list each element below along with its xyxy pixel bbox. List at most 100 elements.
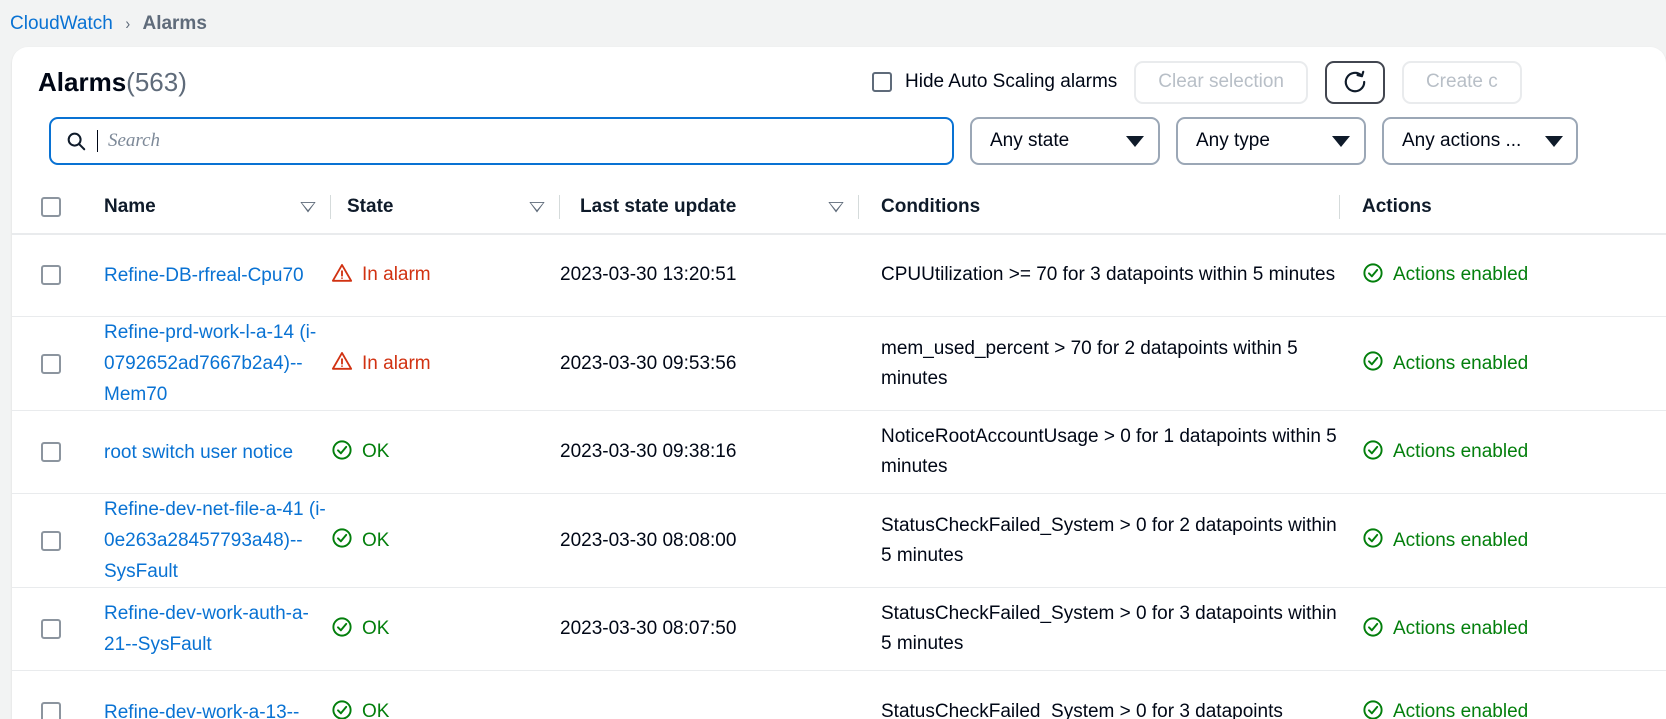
check-circle-icon <box>331 439 353 466</box>
table-row[interactable]: Refine-dev-work-a-13-- OK StatusCheckFaile… <box>12 671 1666 719</box>
sort-icon[interactable] <box>828 202 844 213</box>
sort-icon[interactable] <box>529 202 545 213</box>
alarms-panel: Alarms(563) Hide Auto Scaling alarms Cle… <box>12 47 1666 719</box>
actions-status-label: Actions enabled <box>1393 618 1529 639</box>
actions-filter-label: Any actions ... <box>1402 130 1522 151</box>
check-circle-icon <box>1362 527 1384 554</box>
check-circle-icon <box>1362 439 1384 466</box>
filter-bar: Search Any state Any type Any actions ..… <box>12 117 1666 181</box>
row-checkbox[interactable] <box>41 619 61 639</box>
create-alarm-button[interactable]: Create c <box>1401 60 1522 104</box>
alarm-name-link[interactable]: Refine-prd-work-l-a-14 (i-0792652ad7667b… <box>104 317 330 410</box>
type-filter-dropdown[interactable]: Any type <box>1176 117 1366 165</box>
actions-cell: Actions enabled <box>1340 588 1666 670</box>
conditions-cell: StatusCheckFailed_System > 0 for 3 datap… <box>859 588 1339 670</box>
row-select-cell <box>12 671 90 719</box>
actions-cell: Actions enabled <box>1340 411 1666 493</box>
table-row[interactable]: root switch user notice OK 2023-03-30 09:3… <box>12 411 1666 494</box>
alarm-name-link[interactable]: Refine-dev-work-auth-a-21--SysFault <box>104 598 330 660</box>
table-row[interactable]: Refine-dev-net-file-a-41 (i-0e263a284577… <box>12 494 1666 588</box>
actions-cell: Actions enabled <box>1340 317 1666 410</box>
column-header-conditions-label: Conditions <box>881 196 981 217</box>
alarm-name-cell: Refine-DB-rfreal-Cpu70 <box>90 234 330 316</box>
table-row[interactable]: Refine-prd-work-l-a-14 (i-0792652ad7667b… <box>12 317 1666 411</box>
last-state-update-value: 2023-03-30 08:08:00 <box>560 529 737 551</box>
alarm-state-cell: OK <box>331 588 559 670</box>
column-header-last-state-update[interactable]: Last state update <box>560 196 858 218</box>
actions-cell: Actions enabled <box>1340 494 1666 587</box>
table-body: Refine-DB-rfreal-Cpu70 In alarm 2023-03-30… <box>12 234 1666 719</box>
breadcrumb-link-cloudwatch[interactable]: CloudWatch <box>10 13 113 35</box>
actions-status-label: Actions enabled <box>1393 352 1529 374</box>
alarm-state-cell: OK <box>331 671 559 719</box>
check-circle-icon <box>331 699 353 719</box>
alarm-state-label: OK <box>362 701 390 719</box>
actions-cell: Actions enabled <box>1340 671 1666 719</box>
breadcrumb: CloudWatch › Alarms <box>0 0 1666 47</box>
alarm-count: (563) <box>126 66 187 97</box>
row-checkbox[interactable] <box>41 442 61 462</box>
page-title: Alarms(563) <box>38 67 187 98</box>
search-placeholder: Search <box>108 130 161 151</box>
chevron-down-icon <box>1126 135 1144 147</box>
column-header-state[interactable]: State <box>331 196 559 218</box>
conditions-value: mem_used_percent > 70 for 2 datapoints w… <box>881 337 1298 389</box>
table-row[interactable]: Refine-DB-rfreal-Cpu70 In alarm 2023-03-30… <box>12 234 1666 317</box>
row-checkbox[interactable] <box>41 702 61 719</box>
column-header-name[interactable]: Name <box>90 196 330 218</box>
refresh-button[interactable] <box>1324 60 1385 104</box>
last-state-update-cell: 2023-03-30 09:38:16 <box>560 411 858 493</box>
alarm-state-label: OK <box>362 529 390 551</box>
row-select-cell <box>12 494 90 587</box>
last-state-update-cell <box>560 671 858 719</box>
alarm-name-cell: Refine-dev-work-a-13-- <box>90 671 330 719</box>
alarm-name-cell: Refine-prd-work-l-a-14 (i-0792652ad7667b… <box>90 317 330 410</box>
alarm-name-link[interactable]: root switch user notice <box>104 437 293 468</box>
last-state-update-cell: 2023-03-30 08:08:00 <box>560 494 858 587</box>
row-checkbox[interactable] <box>41 353 61 374</box>
conditions-value: NoticeRootAccountUsage > 0 for 1 datapoi… <box>881 426 1337 477</box>
panel-header: Alarms(563) Hide Auto Scaling alarms Cle… <box>12 47 1666 117</box>
table-header-row: Name State Last state update Conditions … <box>12 181 1666 234</box>
row-select-cell <box>12 234 90 316</box>
alarm-name-link[interactable]: Refine-dev-net-file-a-41 (i-0e263a284577… <box>104 494 330 587</box>
alarm-state-label: OK <box>362 441 390 462</box>
search-input[interactable]: Search <box>49 117 954 165</box>
alarm-state-label: In alarm <box>362 264 431 285</box>
check-circle-icon <box>1362 262 1384 289</box>
select-all-checkbox[interactable] <box>41 197 61 217</box>
actions-filter-dropdown[interactable]: Any actions ... <box>1382 117 1578 165</box>
select-all-cell <box>12 197 90 217</box>
type-filter-label: Any type <box>1196 130 1270 151</box>
page-title-text: Alarms <box>38 66 127 97</box>
hide-autoscaling-checkbox[interactable]: Hide Auto Scaling alarms <box>872 71 1117 93</box>
conditions-cell: mem_used_percent > 70 for 2 datapoints w… <box>859 317 1339 410</box>
state-filter-dropdown[interactable]: Any state <box>970 117 1160 165</box>
last-state-update-cell: 2023-03-30 08:07:50 <box>560 588 858 670</box>
actions-status-label: Actions enabled <box>1393 264 1529 285</box>
refresh-icon <box>1342 69 1368 95</box>
clear-selection-button[interactable]: Clear selection <box>1134 60 1308 104</box>
row-checkbox[interactable] <box>41 530 61 551</box>
alarm-name-link[interactable]: Refine-DB-rfreal-Cpu70 <box>104 260 304 291</box>
last-state-update-value: 2023-03-30 13:20:51 <box>560 264 737 285</box>
check-circle-icon <box>331 616 353 643</box>
table-row[interactable]: Refine-dev-work-auth-a-21--SysFault OK 202… <box>12 588 1666 671</box>
cloudwatch-alarms-page: CloudWatch › Alarms Alarms(563) Hide Aut… <box>0 0 1666 719</box>
row-checkbox[interactable] <box>41 265 61 285</box>
checkbox-box-icon[interactable] <box>872 72 892 92</box>
alarm-name-cell: Refine-dev-work-auth-a-21--SysFault <box>90 588 330 670</box>
conditions-value: StatusCheckFailed_System > 0 for 2 datap… <box>881 514 1337 566</box>
column-header-actions: Actions <box>1340 196 1666 218</box>
state-filter-label: Any state <box>990 130 1070 151</box>
column-header-last-state-update-label: Last state update <box>580 196 737 217</box>
alarms-table: Name State Last state update Conditions … <box>12 181 1666 719</box>
column-header-actions-label: Actions <box>1362 196 1432 217</box>
alarm-state-label: In alarm <box>362 352 431 374</box>
last-state-update-value: 2023-03-30 08:07:50 <box>560 618 737 639</box>
actions-status-label: Actions enabled <box>1393 701 1529 719</box>
column-header-conditions: Conditions <box>859 196 1339 218</box>
conditions-value: StatusCheckFailed_System > 0 for 3 datap… <box>881 603 1337 654</box>
alarm-name-link[interactable]: Refine-dev-work-a-13-- <box>104 697 299 719</box>
sort-icon[interactable] <box>300 202 316 213</box>
